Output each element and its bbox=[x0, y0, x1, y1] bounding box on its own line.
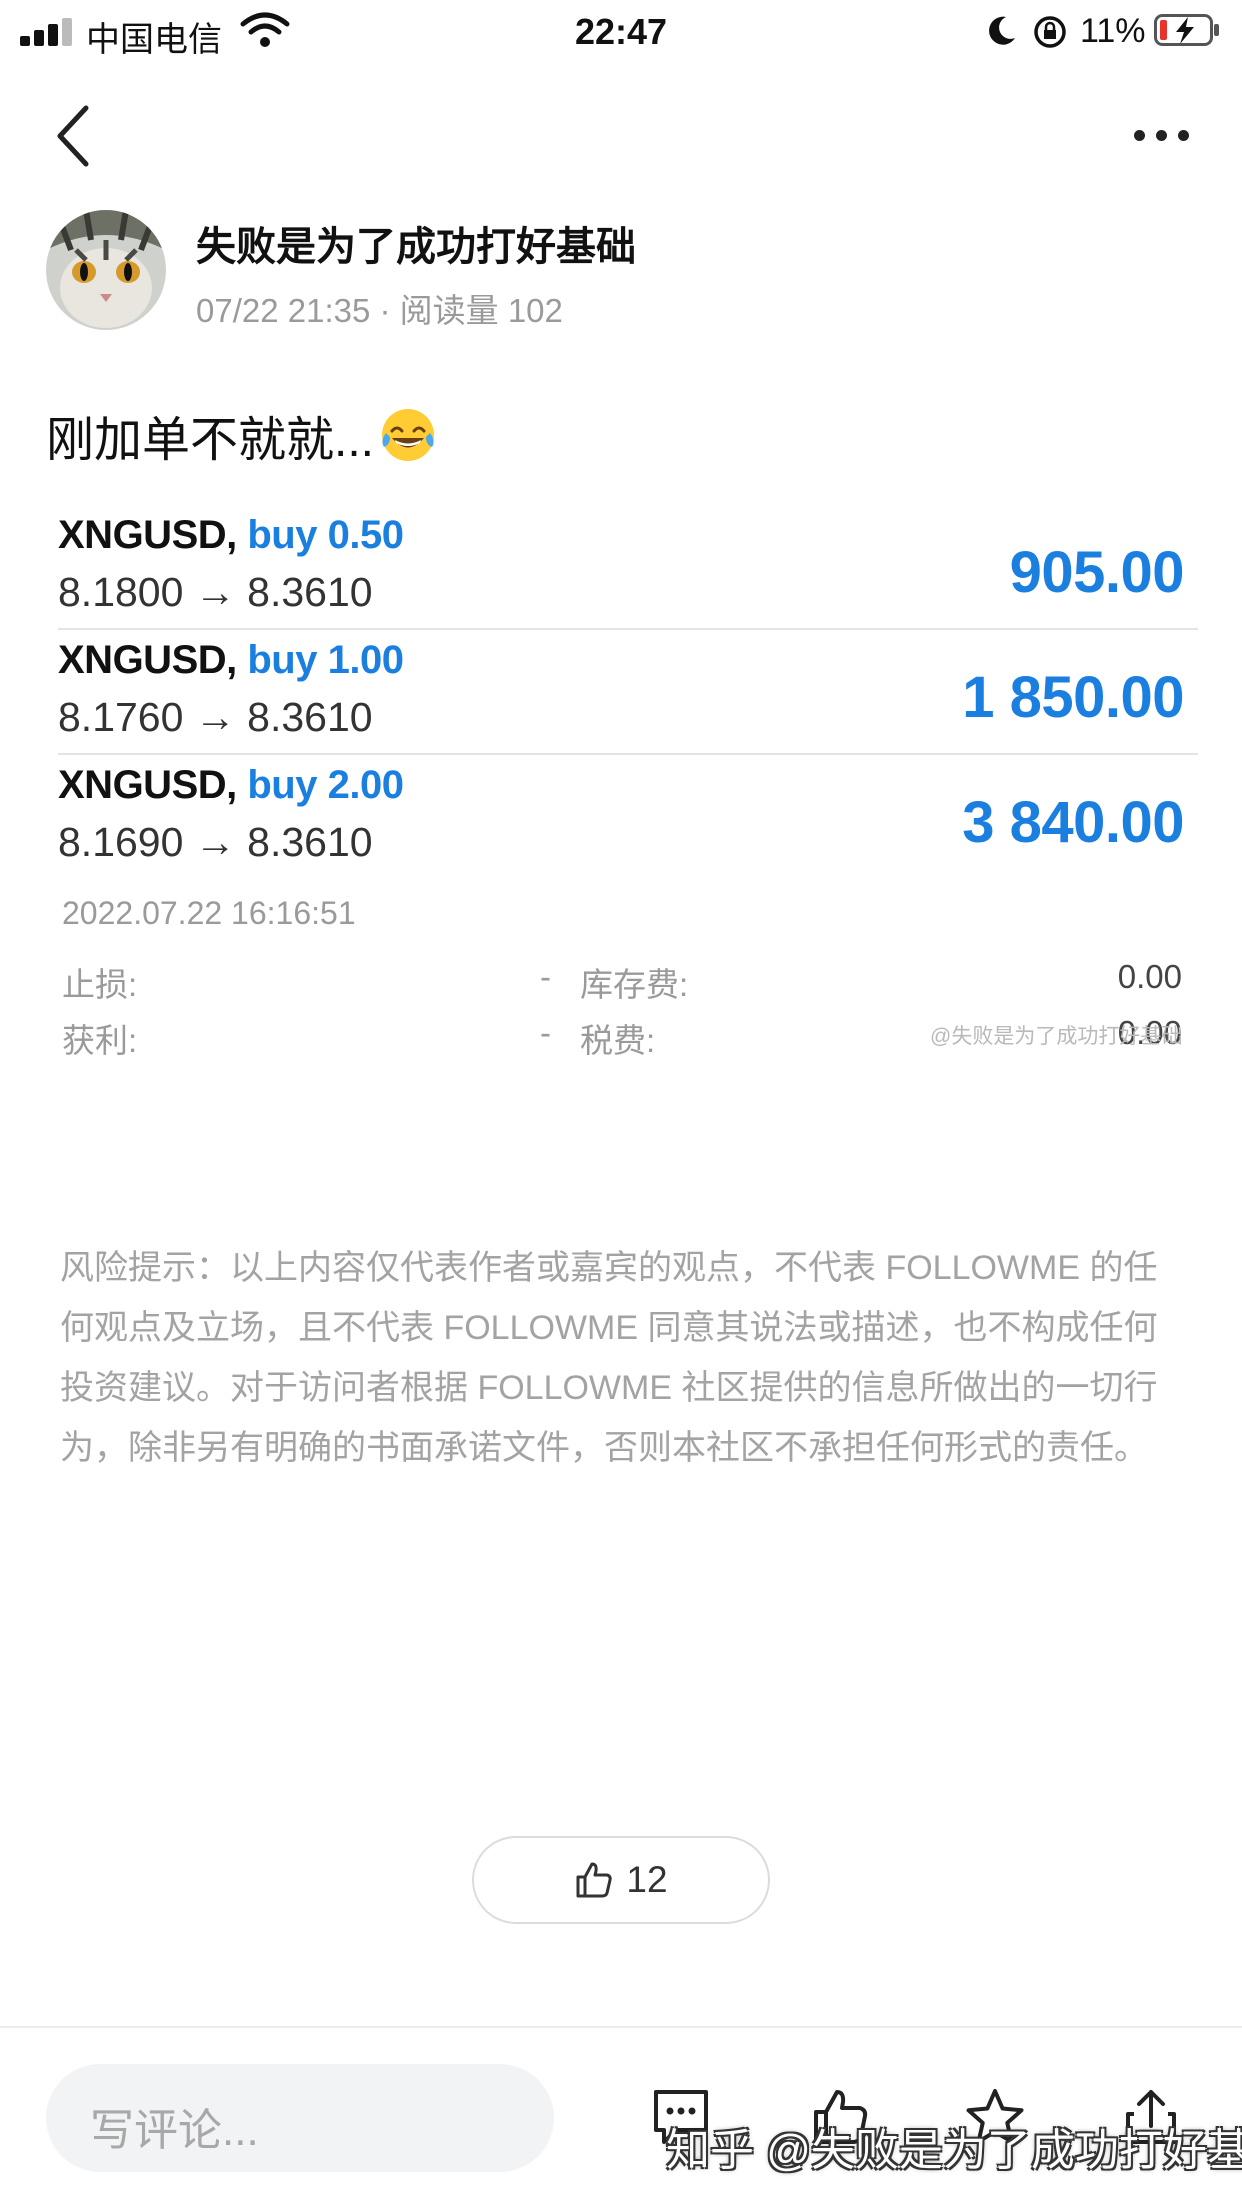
post-title-text: 刚加单不就就... bbox=[46, 414, 375, 467]
tax-label: 税费: bbox=[580, 1022, 656, 1059]
trade-time: 2022.07.22 16:16:51 bbox=[62, 895, 356, 931]
trade-symbol: XNGUSD, bbox=[58, 763, 237, 807]
comment-input[interactable]: 写评论... bbox=[46, 2064, 554, 2172]
tears-of-joy-emoji-icon bbox=[382, 409, 435, 461]
bottom-divider bbox=[0, 2026, 1242, 2028]
trade-prices: 8.1760 → 8.3610 bbox=[58, 694, 373, 740]
trade-row[interactable]: XNGUSD, buy 0.50 8.1800 → 8.3610 905.00 bbox=[58, 505, 1198, 630]
trade-profit: 3 840.00 bbox=[962, 790, 1184, 855]
trade-header: XNGUSD, buy 0.50 bbox=[58, 513, 404, 558]
comment-placeholder: 写评论... bbox=[90, 2106, 259, 2155]
trade-prices: 8.1690 → 8.3610 bbox=[58, 819, 373, 865]
zhihu-watermark: 知乎 @失败是为了成功打好基础 bbox=[666, 2126, 1242, 2175]
like-button[interactable]: 12 bbox=[472, 1836, 770, 1924]
avatar[interactable] bbox=[46, 210, 166, 330]
more-options-button[interactable] bbox=[1126, 116, 1198, 156]
trade-symbol: XNGUSD, bbox=[58, 513, 237, 557]
thumbs-up-icon bbox=[576, 1862, 613, 1898]
trade-profit: 1 850.00 bbox=[962, 665, 1184, 730]
trade-symbol: XNGUSD, bbox=[58, 638, 237, 682]
trade-header: XNGUSD, buy 1.00 bbox=[58, 638, 404, 683]
like-count: 12 bbox=[626, 1859, 668, 1900]
swap-value: 0.00 bbox=[1117, 958, 1182, 995]
trade-list: XNGUSD, buy 0.50 8.1800 → 8.3610 905.00 … bbox=[58, 505, 1198, 880]
swap-label: 库存费: bbox=[580, 966, 689, 1003]
risk-disclaimer: 风险提示：以上内容仅代表作者或嘉宾的观点，不代表 FOLLOWME 的任何观点及… bbox=[60, 1249, 1158, 1467]
image-watermark: @失败是为了成功打好基础 bbox=[930, 1025, 1183, 1048]
post-title: 刚加单不就就... bbox=[46, 400, 438, 470]
stop-loss-label: 止损: bbox=[62, 966, 138, 1003]
battery-percent: 11% bbox=[1080, 12, 1146, 50]
trade-profit: 905.00 bbox=[1009, 540, 1185, 605]
rotation-lock-icon bbox=[1034, 16, 1066, 48]
trade-header: XNGUSD, buy 2.00 bbox=[58, 763, 404, 808]
do-not-disturb-icon bbox=[989, 16, 1015, 45]
trade-prices: 8.1800 → 8.3610 bbox=[58, 569, 373, 615]
trade-side: buy 2.00 bbox=[247, 763, 404, 807]
trade-row[interactable]: XNGUSD, buy 1.00 8.1760 → 8.3610 1 850.0… bbox=[58, 630, 1198, 755]
stop-loss-value: - bbox=[540, 958, 551, 995]
trade-row[interactable]: XNGUSD, buy 2.00 8.1690 → 8.3610 3 840.0… bbox=[58, 755, 1198, 880]
author-name[interactable]: 失败是为了成功打好基础 bbox=[196, 214, 636, 272]
back-button[interactable] bbox=[50, 100, 110, 172]
take-profit-value: - bbox=[540, 1014, 551, 1051]
battery-charging-icon bbox=[1154, 14, 1219, 46]
take-profit-label: 获利: bbox=[62, 1022, 138, 1059]
status-bar: 中国电信 22:47 11% bbox=[0, 0, 1242, 64]
trade-side: buy 0.50 bbox=[247, 513, 404, 557]
fee-row-stoploss-swap: 止损: - 库存费: 0.00 bbox=[62, 958, 1182, 1008]
trade-side: buy 1.00 bbox=[247, 638, 404, 682]
post-meta: 07/22 21:35 · 阅读量 102 bbox=[196, 292, 563, 329]
